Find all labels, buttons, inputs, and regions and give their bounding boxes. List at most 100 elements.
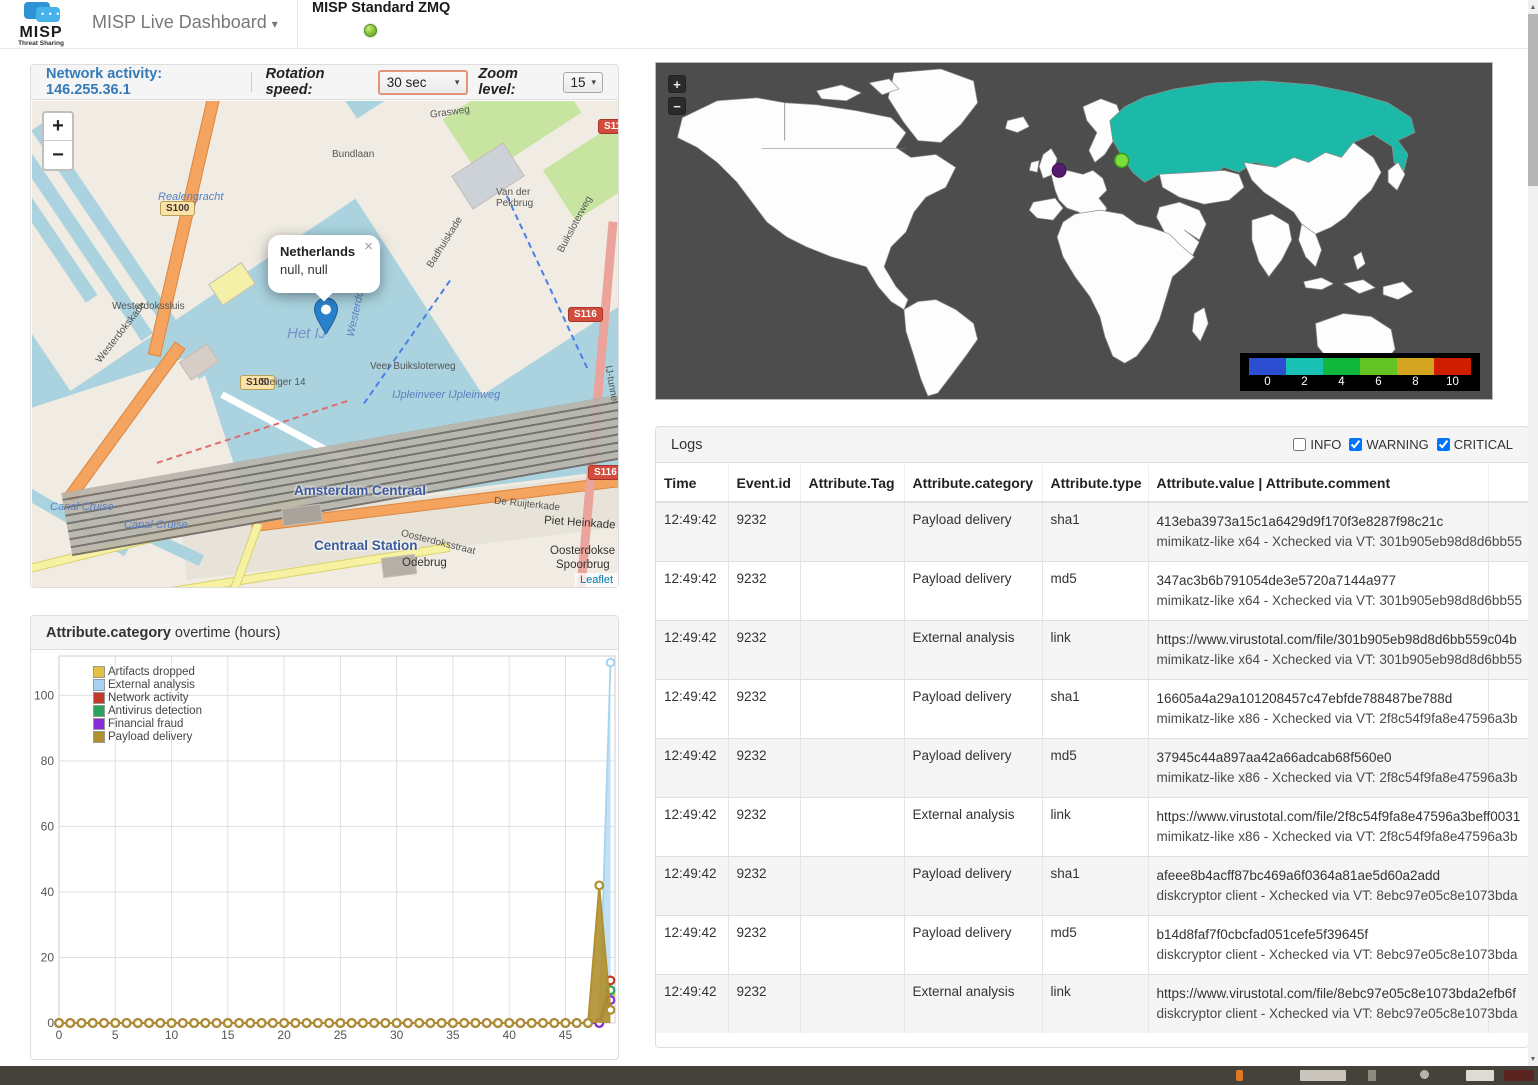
cell-category: Payload delivery — [904, 857, 1042, 916]
cell-event-id: 9232 — [728, 680, 800, 739]
legend-label: Payload delivery — [108, 731, 192, 743]
logs-col-header: Attribute.value | Attribute.comment — [1148, 465, 1488, 502]
cell-category: External analysis — [904, 621, 1042, 680]
svg-text:10: 10 — [165, 1028, 179, 1042]
logs-title: Logs — [671, 437, 702, 453]
logs-panel: Logs INFOWARNINGCRITICAL TimeEvent.idAtt… — [655, 426, 1529, 1048]
network-activity-title: Network activity: 146.255.36.1 — [46, 66, 237, 98]
rotation-speed-select[interactable]: 30 sec ▾ — [378, 70, 469, 95]
svg-text:40: 40 — [503, 1028, 517, 1042]
cell-event-id: 9232 — [728, 739, 800, 798]
close-icon[interactable]: × — [364, 238, 373, 255]
popup-coordinates: null, null — [280, 262, 368, 277]
taskbar-item[interactable] — [1368, 1070, 1376, 1081]
legend-item: Payload delivery — [93, 731, 202, 743]
legend-item: External analysis — [93, 679, 202, 691]
cell-event-id: 9232 — [728, 975, 800, 1034]
log-row: 12:49:429232External analysislinkhttps:/… — [656, 798, 1528, 857]
road-badge: S11 — [598, 119, 618, 134]
road-badge: S116 — [568, 307, 603, 322]
log-row: 12:49:429232Payload deliverysha1413eba39… — [656, 502, 1528, 562]
filter-info[interactable]: INFO — [1293, 437, 1341, 452]
scale-tick-label: 2 — [1286, 375, 1323, 388]
page-scrollbar[interactable]: ▲ ▼ — [1528, 0, 1538, 1066]
logs-col-header: Time — [656, 465, 728, 502]
filter-critical[interactable]: CRITICAL — [1437, 437, 1513, 452]
zoom-in-button[interactable]: + — [44, 113, 72, 141]
heading-divider — [251, 72, 252, 92]
svg-text:45: 45 — [559, 1028, 573, 1042]
cell-category: Payload delivery — [904, 562, 1042, 621]
cell-empty — [1488, 621, 1528, 680]
zoom-out-button[interactable]: − — [668, 97, 686, 115]
network-activity-panel: Network activity: 146.255.36.1 Rotation … — [30, 64, 619, 588]
filter-checkbox-info[interactable] — [1293, 438, 1306, 451]
cell-value-comment: 413eba3973a15c1a6429d9f170f3e8287f98c21c… — [1148, 502, 1488, 562]
map-popup: × Netherlands null, null — [268, 235, 380, 293]
legend-item: Artifacts dropped — [93, 666, 202, 678]
taskbar-item[interactable] — [1420, 1070, 1429, 1079]
legend-swatch — [93, 718, 105, 730]
cell-empty — [1488, 975, 1528, 1034]
logs-col-header-empty — [1488, 465, 1528, 502]
netherlands-activity-dot — [1052, 163, 1066, 177]
filter-checkbox-warning[interactable] — [1349, 438, 1362, 451]
cell-empty — [1488, 680, 1528, 739]
map-label: Oosterdokse — [550, 545, 615, 557]
scrollbar-thumb[interactable] — [1528, 14, 1538, 186]
cell-type: sha1 — [1042, 857, 1148, 916]
taskbar-item[interactable] — [1504, 1070, 1534, 1081]
land-indonesia — [1343, 280, 1375, 294]
app-title-dropdown[interactable]: MISP Live Dashboard▾ — [92, 12, 278, 33]
legend-swatch — [93, 692, 105, 704]
scroll-up-icon[interactable]: ▲ — [1528, 0, 1538, 14]
filter-label: CRITICAL — [1454, 437, 1513, 452]
zmq-section: MISP Standard ZMQ — [312, 0, 450, 16]
svg-text:100: 100 — [34, 688, 54, 702]
caret-down-icon: ▾ — [591, 77, 596, 88]
land-iberia — [1029, 198, 1063, 220]
zoom-level-select[interactable]: 15 ▾ — [563, 72, 603, 93]
leaflet-attribution-link[interactable]: Leaflet — [575, 573, 618, 587]
road-badge: S116 — [588, 465, 618, 480]
logs-col-header: Attribute.Tag — [800, 465, 904, 502]
attribute-comment: mimikatz-like x86 - Xchecked via VT: 2f8… — [1157, 768, 1480, 788]
leaflet-map[interactable]: S100S100S116S116S11WesterdokssluisWester… — [32, 101, 618, 587]
taskbar-item[interactable] — [1236, 1070, 1243, 1081]
scroll-down-icon[interactable]: ▼ — [1528, 1052, 1538, 1066]
land-india — [1252, 214, 1292, 277]
world-map[interactable]: + − 0246810 — [655, 62, 1493, 400]
zoom-in-button[interactable]: + — [668, 75, 686, 93]
cell-tag — [800, 502, 904, 562]
map-marker-icon[interactable] — [313, 297, 339, 335]
cell-event-id: 9232 — [728, 621, 800, 680]
cell-value-comment: 16605a4a29a101208457c47ebfde788487be788d… — [1148, 680, 1488, 739]
filter-checkbox-critical[interactable] — [1437, 438, 1450, 451]
cell-empty — [1488, 502, 1528, 562]
zoom-out-button[interactable]: − — [44, 141, 72, 169]
series-payload-delivery — [55, 882, 614, 1027]
cell-type: md5 — [1042, 916, 1148, 975]
cell-category: Payload delivery — [904, 680, 1042, 739]
road-badge: S100 — [160, 201, 195, 216]
legend-swatch — [93, 705, 105, 717]
svg-text:60: 60 — [41, 819, 55, 833]
logs-col-header: Attribute.category — [904, 465, 1042, 502]
legend-label: External analysis — [108, 679, 195, 691]
scale-color-segment — [1249, 358, 1286, 375]
cell-category: Payload delivery — [904, 502, 1042, 562]
caret-down-icon: ▾ — [272, 17, 278, 31]
map-label: Steiger 14 — [260, 377, 306, 388]
misp-logo[interactable]: • • • MISP Threat Sharing — [10, 2, 72, 47]
chart-title-rest: overtime (hours) — [171, 625, 281, 641]
cell-time: 12:49:42 — [656, 680, 728, 739]
cell-empty — [1488, 916, 1528, 975]
cell-value-comment: https://www.virustotal.com/file/8ebc97e0… — [1148, 975, 1488, 1034]
logs-col-header: Event.id — [728, 465, 800, 502]
cell-event-id: 9232 — [728, 562, 800, 621]
legend-label: Artifacts dropped — [108, 666, 195, 678]
filter-warning[interactable]: WARNING — [1349, 437, 1428, 452]
taskbar-item[interactable] — [1466, 1070, 1494, 1081]
taskbar-item[interactable] — [1300, 1070, 1346, 1081]
svg-text:40: 40 — [41, 885, 55, 899]
